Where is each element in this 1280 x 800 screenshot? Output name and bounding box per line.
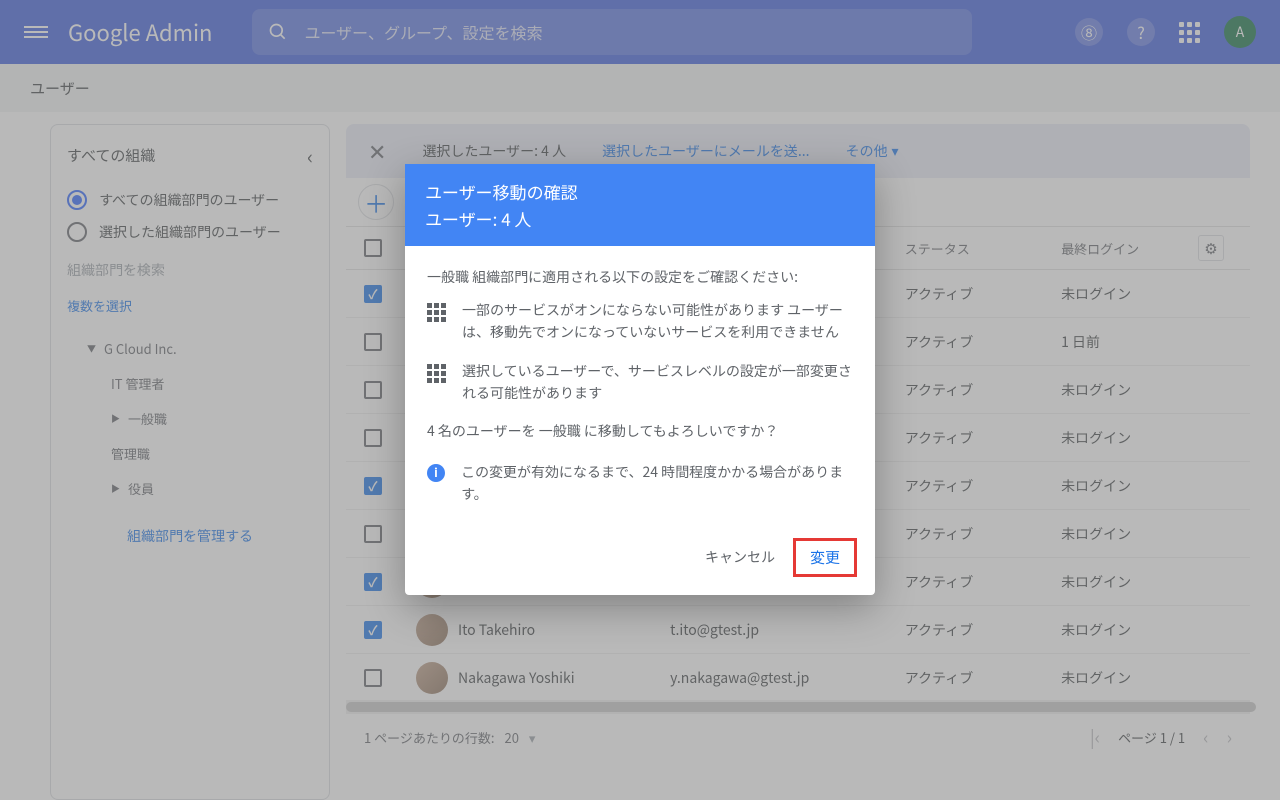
dialog-body: 一般職 組織部門に適用される以下の設定をご確認ください: 一部のサービスがオンに… xyxy=(405,246,875,527)
dialog-info: i この変更が有効になるまで、24 時間程度かかる場合があります。 xyxy=(427,461,853,506)
cancel-button[interactable]: キャンセル xyxy=(705,547,775,567)
apps-dots-icon xyxy=(427,303,446,344)
dialog-header: ユーザー移動の確認 ユーザー: 4 人 xyxy=(405,164,875,246)
dialog-actions: キャンセル 変更 xyxy=(405,528,875,595)
dialog-intro: 一般職 組織部門に適用される以下の設定をご確認ください: xyxy=(427,266,853,288)
info-icon: i xyxy=(427,464,445,482)
dialog-confirm: 4 名のユーザーを 一般職 に移動してもよろしいですか？ xyxy=(427,420,853,442)
dialog-item-1: 一部のサービスがオンにならない可能性があります ユーザーは、移動先でオンになって… xyxy=(427,299,853,344)
modal-overlay: ユーザー移動の確認 ユーザー: 4 人 一般職 組織部門に適用される以下の設定を… xyxy=(0,0,1280,800)
apps-dots-icon xyxy=(427,364,446,405)
dialog-item-2: 選択しているユーザーで、サービスレベルの設定が一部変更される可能性があります xyxy=(427,360,853,405)
change-button[interactable]: 変更 xyxy=(793,538,857,577)
move-users-dialog: ユーザー移動の確認 ユーザー: 4 人 一般職 組織部門に適用される以下の設定を… xyxy=(405,164,875,595)
